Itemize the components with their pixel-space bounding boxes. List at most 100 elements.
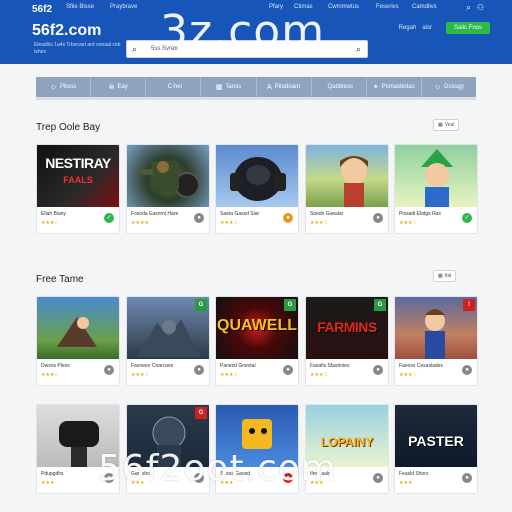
game-thumbnail[interactable] [395, 145, 477, 207]
rating-stars: ★★★☆ [310, 220, 328, 226]
game-thumbnail[interactable] [37, 297, 119, 359]
game-card[interactable]: Fosoda Easrirnl Hare ★★★★ ● [126, 144, 210, 234]
game-title[interactable]: Dwsns Pleos [41, 363, 70, 369]
user-icon[interactable]: ⚇ [477, 3, 484, 13]
nav-link-5[interactable]: Cwmmwtus [328, 4, 359, 10]
game-thumbnail[interactable]: ! [395, 297, 477, 359]
game-card[interactable]: FARMINS G Fasafis Sfasrinies ★★★☆ ● [305, 296, 389, 386]
category-label: C-hel [167, 84, 182, 90]
game-thumbnail[interactable] [216, 145, 298, 207]
game-card[interactable]: PASTER Feasld Shors ★★★ ● [394, 404, 478, 494]
game-thumbnail[interactable]: FARMINS G [306, 297, 388, 359]
card-body: Eliah Biany ★★★☆ ✓ [37, 207, 119, 233]
game-card[interactable]: Saeta Gassd Siar ★★★☆ ● [215, 144, 299, 234]
card-body: Saeta Gassd Siar ★★★☆ ● [216, 207, 298, 233]
game-title[interactable]: Pdupgdhs [41, 471, 64, 477]
game-title[interactable]: Panesd Gnevtal [220, 363, 256, 369]
view-all-button[interactable]: ▦ Veal [433, 119, 460, 131]
category-label: Pitoss [59, 84, 77, 90]
nav-link-1[interactable]: Sfiie Bisse [66, 4, 94, 10]
game-card[interactable]: QUAWELL G Panesd Gnevtal ★★★☆ ● [215, 296, 299, 386]
category-4[interactable]: ▦ Tanss [201, 77, 257, 97]
category-icon: A [267, 83, 272, 91]
play-icon[interactable]: ● [194, 365, 204, 375]
game-thumbnail[interactable]: QUAWELL G [216, 297, 298, 359]
section-title-top: Trep Oole Bay [36, 122, 101, 133]
card-body: Faeoss Cesaslades ★★★☆ ● [395, 359, 477, 385]
search-icon: ⌕ [132, 44, 138, 54]
game-title[interactable]: Pissadi Ebdgs Rax [399, 211, 441, 217]
category-6[interactable]: Qabbless [312, 77, 367, 97]
thumbnail-title: FARMINS [317, 319, 377, 335]
category-label: Dsssgy [444, 84, 464, 90]
category-2[interactable]: ⊗ Eay [91, 77, 147, 97]
play-icon[interactable]: ● [104, 365, 114, 375]
game-title[interactable]: Fasafis Sfasrinies [310, 363, 349, 369]
game-card[interactable]: Pissadi Ebdgs Rax ★★★☆ ✓ [394, 144, 478, 234]
rating-stars: ★★★☆ [399, 220, 417, 226]
register-link[interactable]: aisr [422, 25, 432, 31]
rating-stars: ★★★☆ [41, 220, 59, 226]
site-header: 56f2 Sfiie Bisse Praybrave Pfary Ctimas … [0, 0, 512, 64]
category-icon: ✶ [372, 84, 379, 91]
nav-link-2[interactable]: Praybrave [110, 4, 137, 10]
game-thumbnail[interactable]: G [127, 297, 209, 359]
badge-icon: G [195, 299, 207, 311]
site-title[interactable]: 56f2.com [32, 22, 101, 40]
card-body: Soeds Guealar ★★★☆ ● [306, 207, 388, 233]
badge-icon: ! [463, 299, 475, 311]
play-icon[interactable]: ● [462, 473, 472, 483]
game-card[interactable]: NESTIRAY FAALS Eliah Biany ★★★☆ ✓ [36, 144, 120, 234]
header-actions: Regah aisr Saiic Fnos [399, 22, 490, 34]
card-body: Panesd Gnevtal ★★★☆ ● [216, 359, 298, 385]
nav-link-6[interactable]: Feserivs [376, 4, 399, 10]
game-thumbnail[interactable]: NESTIRAY FAALS [37, 145, 119, 207]
category-bar: ☺ Pitoss ⊗ Eay C-hel ▦ Tanss A Pitodoam Qabb… [36, 77, 476, 97]
nav-link-7[interactable]: Camdiivs [412, 4, 437, 10]
game-title[interactable]: Faeoss Cesaslades [399, 363, 443, 369]
game-title[interactable]: Eliah Biany [41, 211, 66, 217]
game-title[interactable]: Fasneeo Cnarcaes [131, 363, 173, 369]
search-submit-icon[interactable]: ⌕ [356, 44, 361, 55]
category-7[interactable]: ✶ Psmasbotas [367, 77, 422, 97]
play-icon[interactable]: ● [283, 213, 293, 223]
category-8[interactable]: ☺ Dsssgy [422, 77, 476, 97]
game-title[interactable]: Saeta Gassd Siar [220, 211, 259, 217]
category-icon: ▦ [215, 84, 223, 91]
category-1[interactable]: ☺ Pitoss [36, 77, 92, 97]
section-title-free: Free Tame [36, 274, 84, 285]
thumbnail-title-line2: FAALS [63, 175, 93, 185]
play-icon[interactable]: ● [462, 365, 472, 375]
game-title[interactable]: Soeds Guealar [310, 211, 343, 217]
game-card[interactable]: G Fasneeo Cnarcaes ★★★☆ ● [126, 296, 210, 386]
game-thumbnail[interactable]: PASTER [395, 405, 477, 467]
play-icon[interactable]: ● [373, 213, 383, 223]
game-thumbnail[interactable] [127, 145, 209, 207]
category-label: Tanss [225, 84, 242, 90]
rating-stars: ★★★☆ [220, 372, 238, 378]
game-thumbnail[interactable] [306, 145, 388, 207]
view-all-button[interactable]: ▦ Ital [433, 270, 457, 282]
play-icon[interactable]: ● [194, 213, 204, 223]
play-icon[interactable]: ✓ [462, 213, 472, 223]
game-card[interactable]: Dwsns Pleos ★★★☆ ● [36, 296, 120, 386]
game-card[interactable]: Soeds Guealar ★★★☆ ● [305, 144, 389, 234]
play-icon[interactable]: ● [373, 365, 383, 375]
grid-icon: ▦ [438, 122, 443, 128]
category-5[interactable]: A Pitodoam [257, 77, 312, 97]
rating-stars: ★★★☆ [220, 220, 238, 226]
signup-button[interactable]: Saiic Fnos [445, 22, 490, 34]
play-icon[interactable]: ● [373, 473, 383, 483]
game-title[interactable]: Fosoda Easrirnl Hare [131, 211, 178, 217]
game-card[interactable]: ! Faeoss Cesaslades ★★★☆ ● [394, 296, 478, 386]
game-title[interactable]: Feasld Shors [399, 471, 428, 477]
login-link[interactable]: Regah [399, 25, 417, 31]
play-icon[interactable]: ● [283, 365, 293, 375]
site-logo[interactable]: 56f2 [32, 4, 52, 15]
search-icon[interactable]: ⌕ [466, 3, 470, 13]
rating-stars: ★★★ [41, 480, 55, 486]
play-icon[interactable]: ✓ [104, 213, 114, 223]
rating-stars: ★★★ [399, 480, 413, 486]
category-3[interactable]: C-hel [146, 77, 202, 97]
badge-icon: G [195, 407, 207, 419]
